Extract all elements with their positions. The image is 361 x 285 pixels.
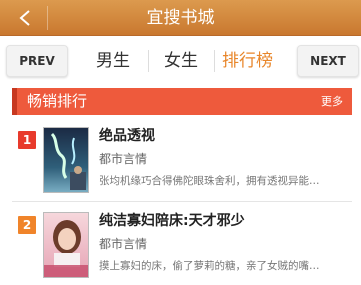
list-divider (12, 201, 352, 202)
page-title: 宜搜书城 (146, 8, 215, 28)
section-header: 畅销排行 更多 (12, 88, 352, 115)
tab-ranking[interactable]: 排行榜 (222, 46, 273, 76)
rank-badge: 1 (18, 131, 36, 149)
prev-button[interactable]: PREV (6, 45, 68, 77)
book-list-item[interactable]: 2 纯洁寡妇陪床:天才邪少 都市言情 摸上寡妇的床，偷了萝莉的糖，亲了女贼的嘴… (0, 208, 361, 285)
book-title[interactable]: 纯洁寡妇陪床:天才邪少 (99, 210, 245, 230)
book-description: 摸上寡妇的床，偷了萝莉的糖，亲了女贼的嘴… (99, 260, 320, 272)
next-button[interactable]: NEXT (297, 45, 359, 77)
more-link[interactable]: 更多 (321, 88, 343, 115)
section-accent-bar (12, 88, 17, 115)
tab-divider (148, 50, 149, 72)
book-category: 都市言情 (99, 237, 148, 251)
book-list-item[interactable]: 1 绝品透视 都市言情 张均机缘巧合得佛陀眼珠舍利，拥有透视异能… (0, 123, 361, 209)
title-bar: 宜搜书城 (0, 0, 361, 36)
tab-male[interactable]: 男生 (96, 46, 130, 76)
book-title[interactable]: 绝品透视 (99, 125, 155, 145)
tab-divider (214, 50, 215, 72)
rank-badge: 2 (18, 216, 36, 234)
book-cover[interactable] (43, 127, 89, 193)
cover-art (44, 128, 88, 192)
section-title: 畅销排行 (27, 92, 88, 110)
book-description: 张均机缘巧合得佛陀眼珠舍利，拥有透视异能… (99, 175, 320, 187)
cover-art (44, 213, 88, 277)
category-tab-bar: PREV 男生 女生 排行榜 NEXT (0, 36, 361, 86)
tab-female[interactable]: 女生 (164, 46, 198, 76)
book-cover[interactable] (43, 212, 89, 278)
book-category: 都市言情 (99, 152, 148, 166)
